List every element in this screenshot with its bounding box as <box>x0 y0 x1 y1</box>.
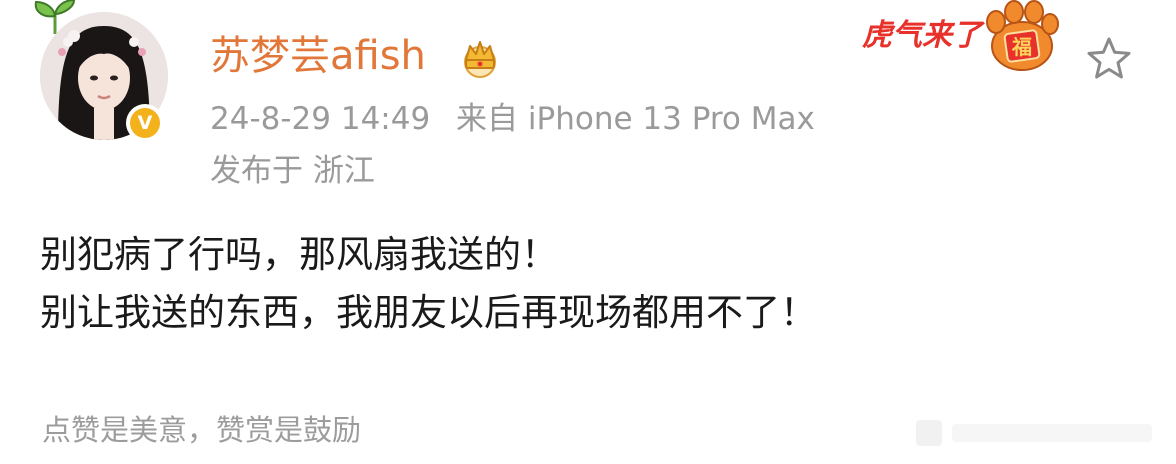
post-content-line: 别让我送的东西，我朋友以后再现场都用不了！ <box>40 291 817 334</box>
verified-badge: V <box>126 104 164 142</box>
paw-icon: 福 <box>986 0 1059 71</box>
year-badge-text: 虎气来了 <box>862 18 982 53</box>
verified-badge-label: V <box>130 108 160 138</box>
post-location: 发布于 浙江 <box>210 153 375 189</box>
reward-tip: 点赞是美意，赞赏是鼓励 <box>42 413 362 447</box>
crown-icon <box>464 41 496 78</box>
post-timestamp[interactable]: 24-8-29 14:49 <box>210 101 430 137</box>
post-source: 来自 iPhone 13 Pro Max <box>456 101 815 137</box>
weibo-post-card: V 苏梦芸afish 24-8-29 14:49 来自 iPhone 13 Pr… <box>0 0 1176 464</box>
post-meta: 24-8-29 14:49 来自 iPhone 13 Pro Max <box>210 98 815 140</box>
post-content-line: 别犯病了行吗，那风扇我送的！ <box>40 233 558 276</box>
post-content: 别犯病了行吗，那风扇我送的！ 别让我送的东西，我朋友以后再现场都用不了！ <box>40 226 817 342</box>
paw-label: 福 <box>1011 35 1032 59</box>
star-outline-icon[interactable] <box>1086 36 1132 80</box>
year-badge[interactable]: 虎气来了 福 <box>862 0 1062 72</box>
username[interactable]: 苏梦芸afish <box>210 30 426 82</box>
watermark-icon <box>916 420 1152 446</box>
